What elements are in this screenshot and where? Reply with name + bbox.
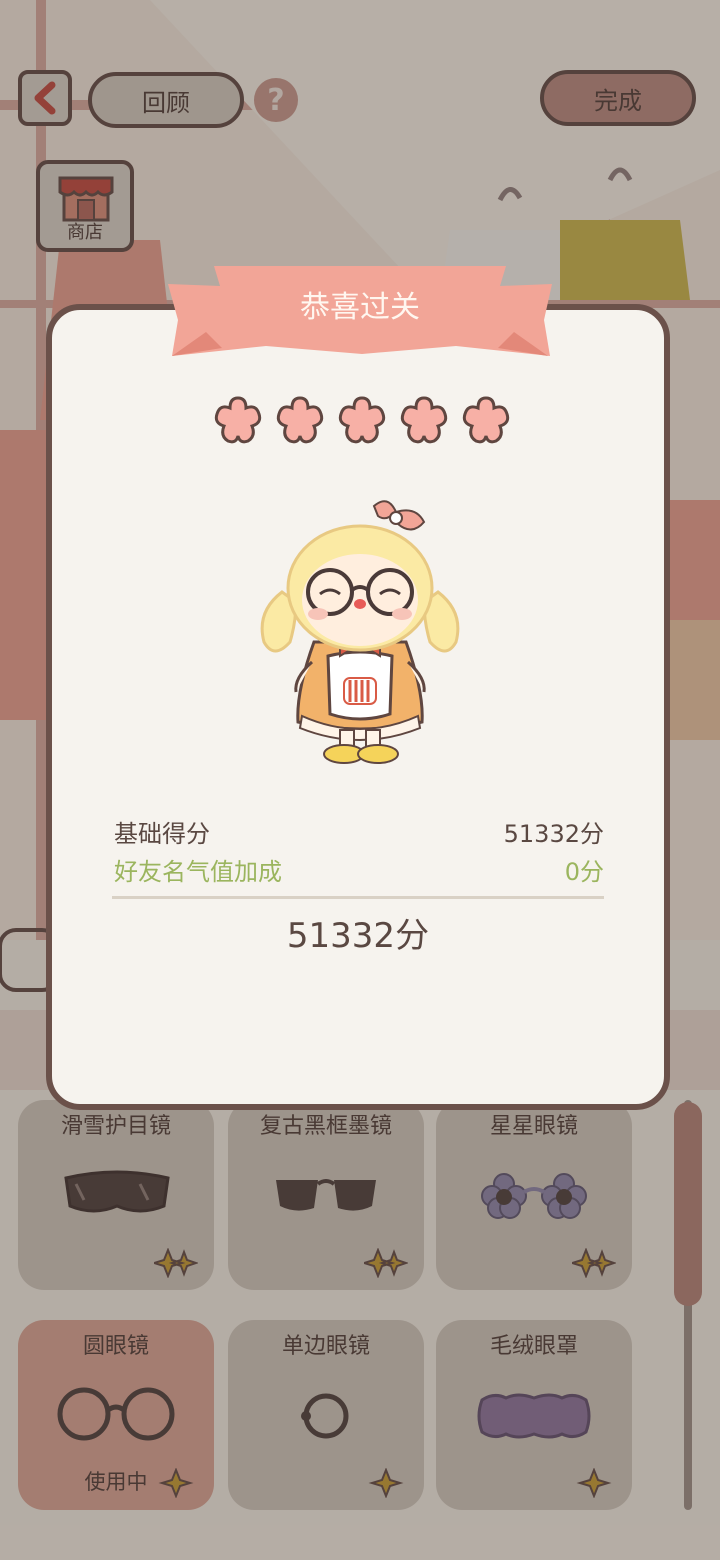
friend-bonus-label: 好友名气值加成 [114,858,282,886]
score-divider [112,896,604,899]
flower-star-icon [276,396,324,444]
flower-star-icon [214,396,262,444]
card-title: 恭喜过关 [300,290,420,325]
star-rating [212,394,512,448]
flower-star-icon [400,396,448,444]
friend-bonus-value: 0分 [564,858,604,886]
total-score: 51332分 [286,916,430,956]
base-score-label: 基础得分 [114,820,210,848]
flower-star-icon [462,396,510,444]
friend-bonus-row: 好友名气值加成 0分 [114,852,604,887]
base-score-row: 基础得分 51332分 [114,814,604,849]
flower-star-icon [338,396,386,444]
base-score-value: 51332分 [503,820,604,848]
character-avatar [260,500,460,764]
